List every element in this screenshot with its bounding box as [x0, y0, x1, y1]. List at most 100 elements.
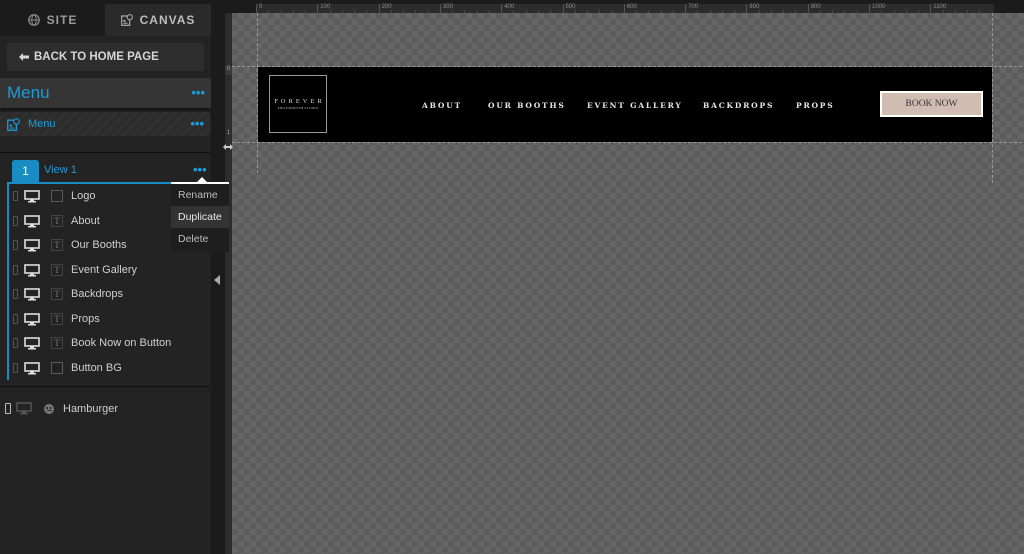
horizontal-ruler[interactable]: 0 100 200 300 400 500 600 700 800 900 1000 1100: [256, 4, 994, 13]
ruler-tick: 800: [746, 4, 759, 13]
layer-name: Book Now on Button: [71, 337, 172, 349]
divider: [0, 386, 210, 387]
desktop-icon[interactable]: [24, 312, 40, 326]
ruler-marker-label: 1: [226, 130, 231, 136]
site-header-preview[interactable]: FOREVER PHOTOBOOTH STUDIO ABOUT OUR BOOT…: [258, 67, 992, 142]
ruler-label: 800: [749, 4, 760, 10]
globe-icon: [27, 14, 40, 26]
nav-our-booths[interactable]: OUR BOOTHS: [488, 101, 566, 110]
mobile-icon[interactable]: [13, 289, 18, 299]
layer-name: Button BG: [71, 361, 122, 374]
ruler-label: 900: [810, 4, 821, 10]
mobile-icon[interactable]: [13, 362, 18, 373]
text-layer-icon: T: [51, 214, 63, 227]
tab-site[interactable]: SITE: [0, 4, 105, 36]
view-number-tab[interactable]: 1: [12, 160, 39, 182]
tab-bar: SITE CANVAS: [0, 0, 211, 36]
layer-item[interactable]: T Book Now on Button: [7, 331, 207, 356]
back-to-home-label: BACK TO HOME PAGE: [34, 51, 159, 63]
sidebar: SITE CANVAS BACK TO HOME PAGE Menu ••• M…: [0, 0, 229, 554]
divider: [0, 152, 210, 153]
section-header: Menu •••: [0, 78, 211, 108]
book-now-button[interactable]: BOOK NOW: [880, 91, 983, 117]
view-more-icon[interactable]: •••: [193, 163, 207, 176]
desktop-icon[interactable]: [24, 337, 40, 350]
nav-event-gallery[interactable]: EVENT GALLERY: [587, 101, 683, 110]
ruler-tick: 300: [439, 4, 453, 13]
menu-item-duplicate[interactable]: Duplicate: [171, 206, 229, 228]
ruler-label: 300: [442, 4, 453, 10]
layer-item[interactable]: T Backdrops: [7, 282, 207, 307]
desktop-icon[interactable]: [24, 239, 40, 252]
nav-about[interactable]: ABOUT: [422, 101, 462, 110]
nav-backdrops[interactable]: BACKDROPS: [703, 101, 774, 110]
ruler-tick: 100: [317, 4, 330, 13]
mobile-icon[interactable]: [13, 264, 18, 275]
text-layer-icon: T: [51, 263, 63, 276]
menu-item-delete[interactable]: Delete: [171, 228, 229, 250]
ruler-label: 700: [688, 4, 699, 10]
ruler-tick: 900: [807, 4, 821, 13]
logo-title: FOREVER: [274, 98, 325, 105]
mobile-icon[interactable]: [13, 240, 18, 250]
section-title: Menu: [7, 83, 50, 102]
section-more-icon[interactable]: •••: [191, 86, 205, 99]
back-to-home-button[interactable]: BACK TO HOME PAGE: [7, 43, 204, 71]
desktop-icon[interactable]: [24, 361, 40, 375]
text-layer-icon: T: [51, 312, 63, 325]
menu-item-rename[interactable]: Rename: [171, 184, 229, 206]
collapse-panel-icon[interactable]: [214, 275, 220, 285]
mobile-icon[interactable]: [13, 191, 18, 201]
desktop-icon[interactable]: [24, 288, 40, 301]
ruler-tick: 700: [685, 4, 698, 13]
menu-component-label: Menu: [28, 118, 56, 130]
mobile-icon[interactable]: [13, 338, 18, 348]
layer-name: Props: [71, 312, 100, 325]
layer-name: Logo: [71, 190, 96, 202]
layer-item[interactable]: Button BG: [7, 355, 207, 380]
vertical-ruler[interactable]: [225, 13, 232, 554]
layer-item[interactable]: T Props: [7, 306, 207, 331]
mobile-icon[interactable]: [13, 313, 18, 324]
nav-props[interactable]: PROPS: [796, 101, 834, 110]
arrow-left-icon: [19, 53, 29, 61]
canvas-icon: [7, 117, 20, 131]
layer-name: Hamburger: [63, 403, 119, 415]
ruler-tick: 200: [378, 4, 392, 13]
view-label[interactable]: View 1: [44, 164, 77, 176]
tab-canvas[interactable]: CANVAS: [105, 4, 211, 36]
mobile-icon[interactable]: [13, 215, 18, 226]
menu-component-more-icon[interactable]: •••: [190, 117, 204, 130]
canvas-icon: [120, 14, 133, 26]
ruler-tick: 0: [256, 4, 262, 13]
layer-name: About: [71, 214, 100, 227]
tab-site-label: SITE: [46, 13, 78, 27]
layer-hamburger[interactable]: Hamburger: [0, 398, 210, 420]
box-layer-icon: [51, 190, 63, 202]
text-layer-icon: T: [51, 239, 63, 251]
ruler-label: 400: [504, 4, 515, 10]
desktop-icon[interactable]: [24, 190, 40, 203]
ruler-tick: 600: [623, 4, 637, 13]
layer-name: Backdrops: [71, 288, 123, 300]
ruler-label: 600: [626, 4, 637, 10]
mobile-icon[interactable]: [5, 403, 11, 414]
ruler-label: 500: [565, 4, 576, 10]
guide-right: [992, 13, 993, 183]
ruler-tick: 500: [562, 4, 576, 13]
ruler-label: 100: [320, 4, 331, 10]
layer-name: Event Gallery: [71, 263, 138, 276]
desktop-icon[interactable]: [16, 402, 32, 415]
tab-canvas-label: CANVAS: [139, 13, 196, 27]
box-layer-icon: [51, 361, 63, 374]
resize-handle-icon[interactable]: [223, 137, 233, 150]
layer-item[interactable]: T Event Gallery: [7, 257, 207, 282]
desktop-icon[interactable]: [24, 214, 40, 228]
desktop-icon[interactable]: [24, 263, 40, 277]
ruler-label: 1100: [933, 4, 947, 10]
menu-component-item[interactable]: Menu •••: [0, 112, 210, 136]
logo[interactable]: FOREVER PHOTOBOOTH STUDIO: [269, 75, 327, 133]
ruler-tick: 400: [501, 4, 514, 13]
ruler-origin-label: 0: [225, 66, 232, 75]
context-menu: Rename Duplicate Delete: [171, 177, 229, 252]
